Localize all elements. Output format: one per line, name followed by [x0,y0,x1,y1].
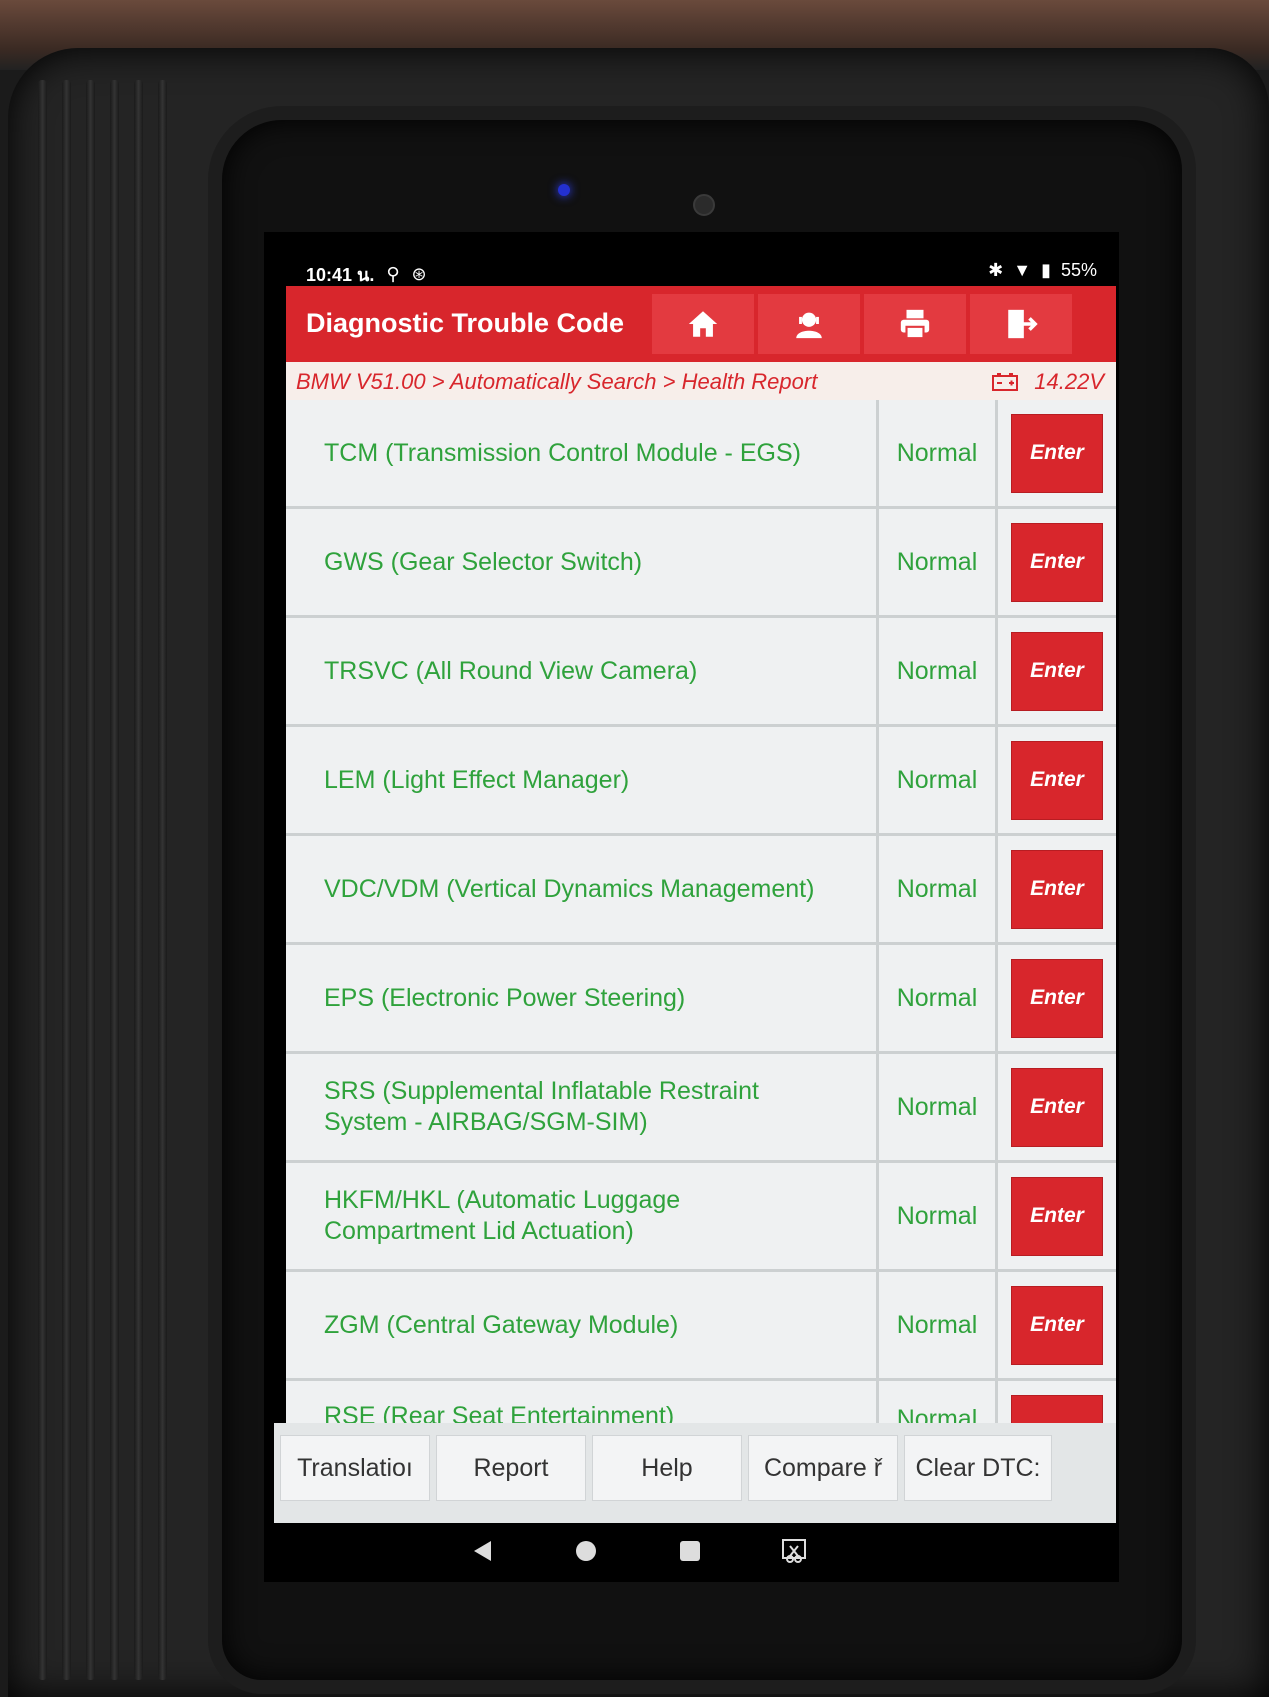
notification-icon: ⊛ [411,264,427,284]
voltage-reading: 14.22V [1034,369,1104,394]
module-name: EPS (Electronic Power Steering) [324,983,686,1012]
enter-button[interactable]: Enter [1011,958,1103,1038]
recents-icon [680,1541,700,1561]
front-camera [693,194,715,216]
module-name: GWS (Gear Selector Switch) [324,547,643,576]
table-row: TRSVC (All Round View Camera) Normal Ent… [286,618,1116,724]
translation-button[interactable]: Translatioı [280,1435,430,1501]
recents-button[interactable] [674,1535,706,1567]
back-icon [474,1541,491,1561]
enter-button[interactable]: Enter [1011,1067,1103,1147]
screenshot-button[interactable] [778,1535,810,1567]
device-grip [38,80,188,1680]
status-bar: 10:41 น. ⚲ ⊛ ✱ ▼ ▮ 55% [264,232,1119,286]
enter-button[interactable]: Enter [1011,740,1103,820]
navigation-bar [264,1523,1119,1582]
table-row: LEM (Light Effect Manager) Normal Enter [286,727,1116,833]
enter-button[interactable]: Enter [1011,631,1103,711]
enter-button[interactable]: Enter [1011,413,1103,493]
print-button[interactable] [864,294,966,354]
status-time: 10:41 น. [306,265,375,285]
enter-button[interactable]: Enter [1011,849,1103,929]
table-row: VDC/VDM (Vertical Dynamics Management) N… [286,836,1116,942]
module-name: ZGM (Central Gateway Module) [324,1310,679,1339]
battery-icon [992,373,1019,391]
table-row: RSE (Rear Seat Entertainment) Normal Ent… [286,1381,1116,1423]
enter-button[interactable]: Enter [1011,1285,1103,1365]
exit-button[interactable] [970,294,1072,354]
compare-button[interactable]: Compare ř [748,1435,898,1501]
app-header: Diagnostic Trouble Code [286,286,1116,362]
breadcrumb-bar: BMW V51.00 > Automatically Search > Heal… [286,362,1116,400]
page-title: Diagnostic Trouble Code [306,308,625,338]
table-row: HKFM/HKL (Automatic Luggage Compartment … [286,1163,1116,1269]
module-status: Normal [879,1381,995,1423]
enter-button[interactable]: Enter [1011,1395,1103,1423]
module-status: Normal [879,509,995,615]
support-icon [796,312,822,339]
module-status: Normal [879,1054,995,1160]
table-row: EPS (Electronic Power Steering) Normal E… [286,945,1116,1051]
table-row: ZGM (Central Gateway Module) Normal Ente… [286,1272,1116,1378]
wifi-icon: ▼ [1013,260,1032,280]
module-name: SRS (Supplemental Inflatable Restraint S… [324,1077,759,1136]
home-icon [688,311,718,337]
module-name: RSE (Rear Seat Entertainment) [324,1402,675,1423]
usb-icon: ⚲ [386,264,400,284]
enter-button[interactable]: Enter [1011,1176,1103,1256]
support-button[interactable] [758,294,860,354]
table-row: SRS (Supplemental Inflatable Restraint S… [286,1054,1116,1160]
home-nav-button[interactable] [570,1535,602,1567]
back-button[interactable] [466,1535,498,1567]
module-status: Normal [879,727,995,833]
module-name: HKFM/HKL (Automatic Luggage Compartment … [324,1186,681,1245]
battery-status-icon: ▮ [1041,260,1051,280]
module-status: Normal [879,1272,995,1378]
screenshot-icon [782,1539,806,1563]
table-row: GWS (Gear Selector Switch) Normal Enter [286,509,1116,615]
bottom-toolbar: Translatioı Report Help Compare ř Clear … [274,1423,1116,1523]
module-name: LEM (Light Effect Manager) [324,765,630,794]
help-button[interactable]: Help [592,1435,742,1501]
home-nav-icon [576,1541,596,1561]
module-name: TCM (Transmission Control Module - EGS) [324,438,801,467]
module-list[interactable]: TCM (Transmission Control Module - EGS) … [286,400,1116,1423]
battery-percent: 55% [1060,260,1097,280]
report-button[interactable]: Report [436,1435,586,1501]
table-row: TCM (Transmission Control Module - EGS) … [286,400,1116,506]
module-name: VDC/VDM (Vertical Dynamics Management) [324,874,815,903]
print-icon [900,309,930,340]
module-status: Normal [879,1163,995,1269]
breadcrumb: BMW V51.00 > Automatically Search > Heal… [296,369,818,394]
module-status: Normal [879,400,995,506]
exit-icon [1008,309,1038,339]
home-button[interactable] [652,294,754,354]
module-status: Normal [879,945,995,1051]
indicator-light [558,184,570,196]
module-status: Normal [879,836,995,942]
bluetooth-icon: ✱ [988,260,1004,280]
clear-dtc-button[interactable]: Clear DTC: [904,1435,1052,1501]
enter-button[interactable]: Enter [1011,522,1103,602]
screen: 10:41 น. ⚲ ⊛ ✱ ▼ ▮ 55% Diagnostic Troubl… [264,232,1119,1582]
module-status: Normal [879,618,995,724]
module-name: TRSVC (All Round View Camera) [324,656,698,685]
